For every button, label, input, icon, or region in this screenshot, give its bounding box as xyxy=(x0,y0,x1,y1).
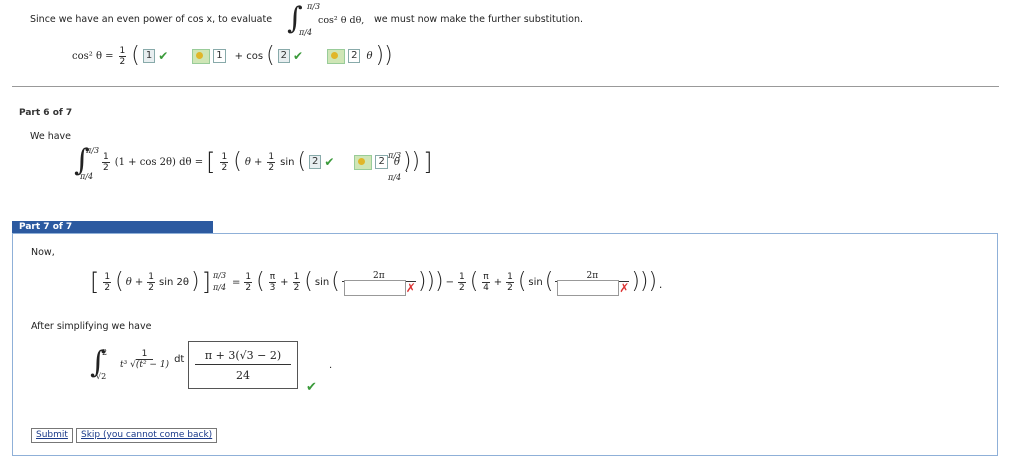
key-icon[interactable] xyxy=(354,154,373,170)
x-icon: ✗ xyxy=(405,280,416,295)
submit-button[interactable]: Submit xyxy=(31,428,73,443)
key-icon[interactable] xyxy=(192,48,211,64)
answer-denominator: 24 xyxy=(236,369,250,382)
part7-eval-lower: π/4 xyxy=(212,283,227,292)
close-bracket: ] xyxy=(201,268,211,296)
half-fraction: 12 xyxy=(506,271,514,293)
check-icon: ✔ xyxy=(324,155,335,169)
open-paren: ( xyxy=(297,149,307,174)
half-fraction: 12 xyxy=(457,271,466,293)
half-fraction: 12 xyxy=(267,151,276,173)
denominator-input-2[interactable] xyxy=(557,279,620,296)
answer-period: . xyxy=(329,360,333,371)
minus: − xyxy=(445,276,454,288)
part6-eval-upper: π/3 xyxy=(388,151,402,160)
denominator-input-1[interactable] xyxy=(343,279,406,296)
x-icon: ✗ xyxy=(619,280,630,295)
sin-label: sin xyxy=(528,276,543,288)
pi-over-3: π3 xyxy=(268,271,277,293)
substitution-line: cos² θ = 12 ( 1 ✔ 1 + cos ( 2 ✔ 2 θ )) xyxy=(72,45,393,67)
int2-fraction: 1 t³ √(t² − 1) dt = xyxy=(118,349,196,370)
intro-integrand: cos² θ dθ, xyxy=(318,15,365,26)
half-fraction: 12 xyxy=(244,271,253,293)
part7-panel xyxy=(12,233,998,456)
close-bracket: ] xyxy=(423,148,433,176)
check-icon: ✔ xyxy=(293,49,304,63)
part6-expression: 12 (1 + cos 2θ) dθ = [ 12 ( θ + 12 sin (… xyxy=(100,148,433,176)
check-icon: ✔ xyxy=(306,380,317,395)
open-bracket: [ xyxy=(90,268,100,296)
part6-integral: ∫ π/3 π/4 xyxy=(74,146,99,182)
part6-eval-lower: π/4 xyxy=(388,173,402,182)
answer-box-1[interactable]: 1 xyxy=(142,49,156,63)
part6-integrand: (1 + cos 2θ) dθ = xyxy=(114,156,204,168)
open-paren: ( xyxy=(304,269,313,294)
check-icon: ✔ xyxy=(158,49,169,63)
open-bracket: [ xyxy=(206,148,216,176)
sin-label: sin xyxy=(280,156,295,168)
answer-box-2[interactable]: 2 xyxy=(277,49,291,63)
intro-int-lower: π/4 xyxy=(299,28,313,37)
close-paren: )) xyxy=(375,43,393,68)
open-paren: ( xyxy=(517,269,527,294)
part6-header: Part 6 of 7 xyxy=(19,108,73,118)
int2-lower: √2 xyxy=(96,372,107,381)
plus: + xyxy=(280,276,289,288)
answer-box[interactable]: 2 xyxy=(309,155,322,169)
int2-integrand: 1 t³ √(t² − 1) xyxy=(120,349,170,370)
open-paren: ( xyxy=(256,269,265,294)
open-paren: ( xyxy=(544,269,554,294)
part7-expression: [ 12 ( θ + 12 sin 2θ ) ] π/3 π/4 = 12 ( … xyxy=(90,268,664,296)
open-paren: ( xyxy=(115,269,124,294)
half-fraction: 12 xyxy=(103,271,112,293)
open-paren: ( xyxy=(233,149,242,174)
skip-button[interactable]: Skip (you cannot come back) xyxy=(76,428,218,443)
part7-integral: ∫ 2 √2 xyxy=(90,348,108,382)
open-paren: ( xyxy=(331,269,340,294)
close-paren: ))) xyxy=(417,269,444,294)
fraction-input-1: 2π ✗ xyxy=(341,271,416,296)
fraction-input-2: 2π ✗ xyxy=(555,271,630,296)
plus-cos: + cos xyxy=(234,50,264,62)
intro-tail: we must now make the further substitutio… xyxy=(374,14,584,25)
answer-input[interactable]: π + 3(√3 − 2) 24 xyxy=(188,341,298,389)
half-fraction: 12 xyxy=(220,151,229,173)
intro-int-upper: π/3 xyxy=(307,2,321,11)
sin-label: sin xyxy=(314,276,330,288)
half-fraction: 12 xyxy=(147,271,156,293)
divider xyxy=(12,86,999,87)
theta: θ xyxy=(366,50,373,62)
half-fraction: 12 xyxy=(292,271,301,293)
key-icon[interactable] xyxy=(327,48,346,64)
pi-over-4: π4 xyxy=(482,271,490,293)
answer-box-1-value: 1 xyxy=(213,49,226,63)
part7-eval-upper: π/3 xyxy=(212,271,227,280)
open-paren: ( xyxy=(266,43,275,68)
intro-integral: ∫ π/3 π/4 xyxy=(287,2,320,37)
half-fraction: 12 xyxy=(118,45,127,67)
part6-period: . xyxy=(405,164,409,175)
theta-plus: θ + xyxy=(244,156,263,168)
substitution-lhs: cos² θ = xyxy=(72,50,114,62)
open-paren: ( xyxy=(131,43,140,68)
theta-plus: θ + xyxy=(125,276,144,288)
part7-header: Part 7 of 7 xyxy=(12,221,213,233)
open-paren: ( xyxy=(469,269,479,294)
half-fraction: 12 xyxy=(102,151,110,173)
close-paren: ) xyxy=(191,269,200,294)
intro-text: Since we have an even power of cos x, to… xyxy=(30,14,273,25)
int2-upper: 2 xyxy=(102,348,108,357)
after-simplifying: After simplifying we have xyxy=(31,321,152,332)
answer-numerator: π + 3(√3 − 2) xyxy=(195,349,291,365)
sin-2theta: sin 2θ xyxy=(159,276,190,288)
plus: + xyxy=(493,276,503,288)
equals: = xyxy=(232,276,241,288)
answer-box-2-value: 2 xyxy=(348,49,361,63)
part6-int-upper: π/3 xyxy=(86,146,100,155)
part6-int-lower: π/4 xyxy=(80,172,94,181)
answer-box-value: 2 xyxy=(375,155,388,169)
part6-we-have: We have xyxy=(30,131,72,142)
close-paren: ))). xyxy=(631,269,665,294)
part7-now: Now, xyxy=(31,247,55,258)
